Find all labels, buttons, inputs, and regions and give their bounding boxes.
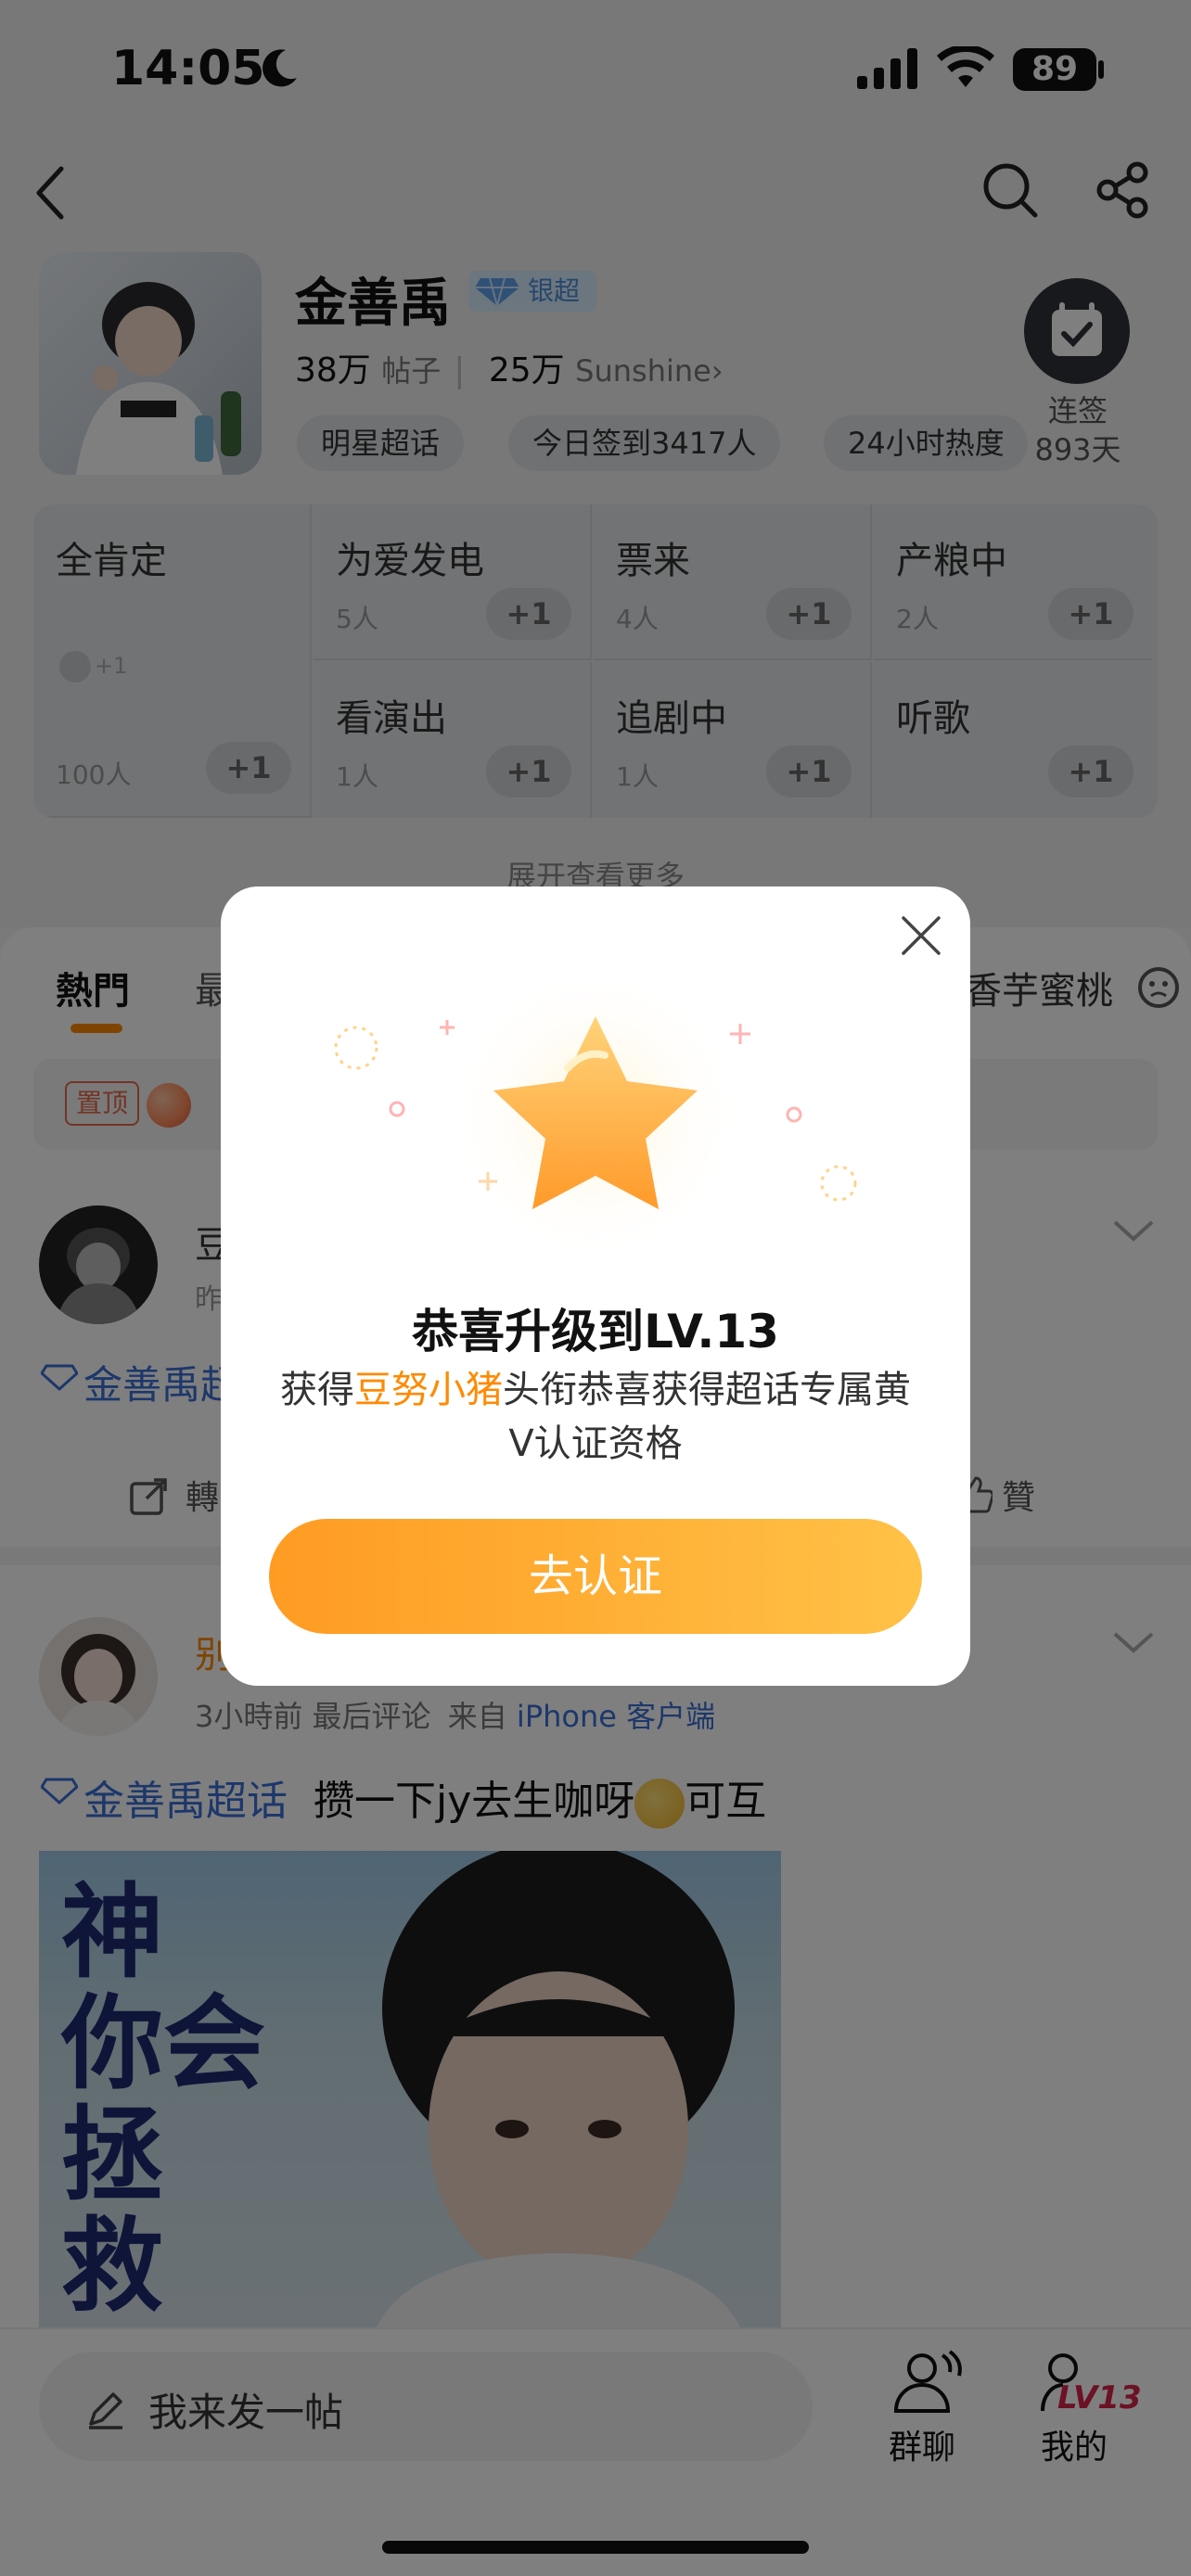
modal-desc-suffix: 头衔恭喜获得超话专属黄V认证资格 [503, 1369, 911, 1465]
modal-description: 获得豆努小猪头衔恭喜获得超话专属黄V认证资格 [269, 1363, 922, 1471]
modal-title: 恭喜升级到LV.13 [412, 1305, 779, 1358]
star-icon [317, 961, 874, 1267]
modal-desc-prefix: 获得 [280, 1369, 354, 1411]
verify-button[interactable]: 去认证 [269, 1519, 922, 1634]
modal-title-highlight: 豆努小猪 [354, 1369, 503, 1411]
close-icon[interactable] [898, 912, 944, 959]
